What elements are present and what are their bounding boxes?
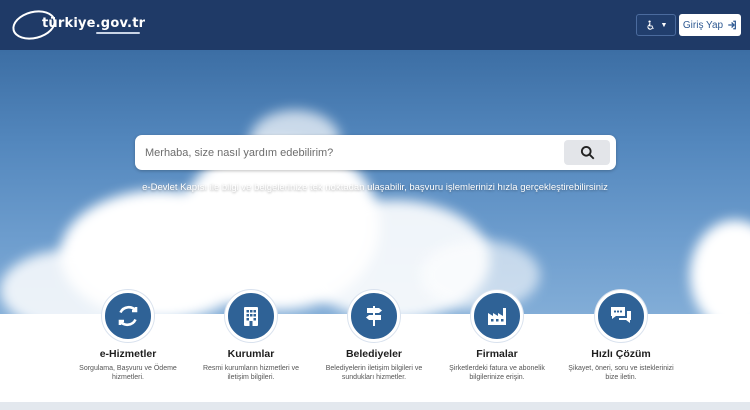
footer-strip <box>0 402 750 410</box>
top-header: türkiye.gov.tr ▼ Giriş Yap <box>0 0 750 50</box>
service-e-hizmetler[interactable]: e-Hizmetler Sorgulama, Başvuru ve Ödeme … <box>68 290 188 382</box>
service-description: Resmi kurumların hizmetleri ve iletişim … <box>202 365 300 381</box>
service-kurumlar[interactable]: Kurumlar Resmi kurumların hizmetleri ve … <box>191 290 311 382</box>
search-icon <box>580 145 594 160</box>
service-circle <box>102 290 154 342</box>
service-belediyeler[interactable]: Belediyeler Belediyelerin iletişim bilgi… <box>314 290 434 382</box>
factory-icon <box>488 308 506 325</box>
search-button[interactable] <box>564 140 610 165</box>
logo-text: türkiye.gov.tr <box>42 16 146 31</box>
service-circle <box>595 290 647 342</box>
service-description: Sorgulama, Başvuru ve Ödeme hizmetleri. <box>79 365 177 381</box>
service-title: Hızlı Çözüm <box>591 348 651 360</box>
search-input[interactable] <box>145 143 545 163</box>
chevron-down-icon: ▼ <box>660 21 668 29</box>
login-label: Giriş Yap <box>682 19 724 31</box>
chat-icon <box>611 307 631 323</box>
service-description: Şirketlerdeki fatura ve abonelik bilgile… <box>449 365 545 381</box>
service-firmalar[interactable]: Firmalar Şirketlerdeki fatura ve aboneli… <box>437 290 557 382</box>
refresh-icon <box>118 305 138 327</box>
service-title: Firmalar <box>476 348 518 360</box>
service-description: Şikayet, öneri, soru ve isteklerinizi bi… <box>568 365 674 381</box>
turkiye-gov-logo[interactable]: türkiye.gov.tr <box>9 6 152 44</box>
hero-tagline: e-Devlet Kapısı ile bilgi ve belgelerini… <box>142 182 608 193</box>
wheelchair-icon <box>646 19 654 30</box>
logo-subline <box>96 32 140 34</box>
accessibility-button[interactable]: ▼ <box>636 14 676 36</box>
signpost-icon <box>366 306 382 326</box>
service-hizli-cozum[interactable]: Hızlı Çözüm Şikayet, öneri, soru ve iste… <box>561 290 681 382</box>
cloud-decoration <box>690 220 750 314</box>
login-button[interactable]: Giriş Yap <box>679 14 741 36</box>
service-circle <box>471 290 523 342</box>
sign-in-icon <box>728 20 737 30</box>
service-circle <box>348 290 400 342</box>
service-description: Belediyelerin iletişim bilgileri ve sund… <box>325 365 423 381</box>
building-icon <box>244 307 258 326</box>
service-circle <box>225 290 277 342</box>
service-title: Belediyeler <box>345 348 403 360</box>
search-bar <box>135 135 616 170</box>
service-title: e-Hizmetler <box>99 348 157 360</box>
service-title: Kurumlar <box>227 348 275 360</box>
